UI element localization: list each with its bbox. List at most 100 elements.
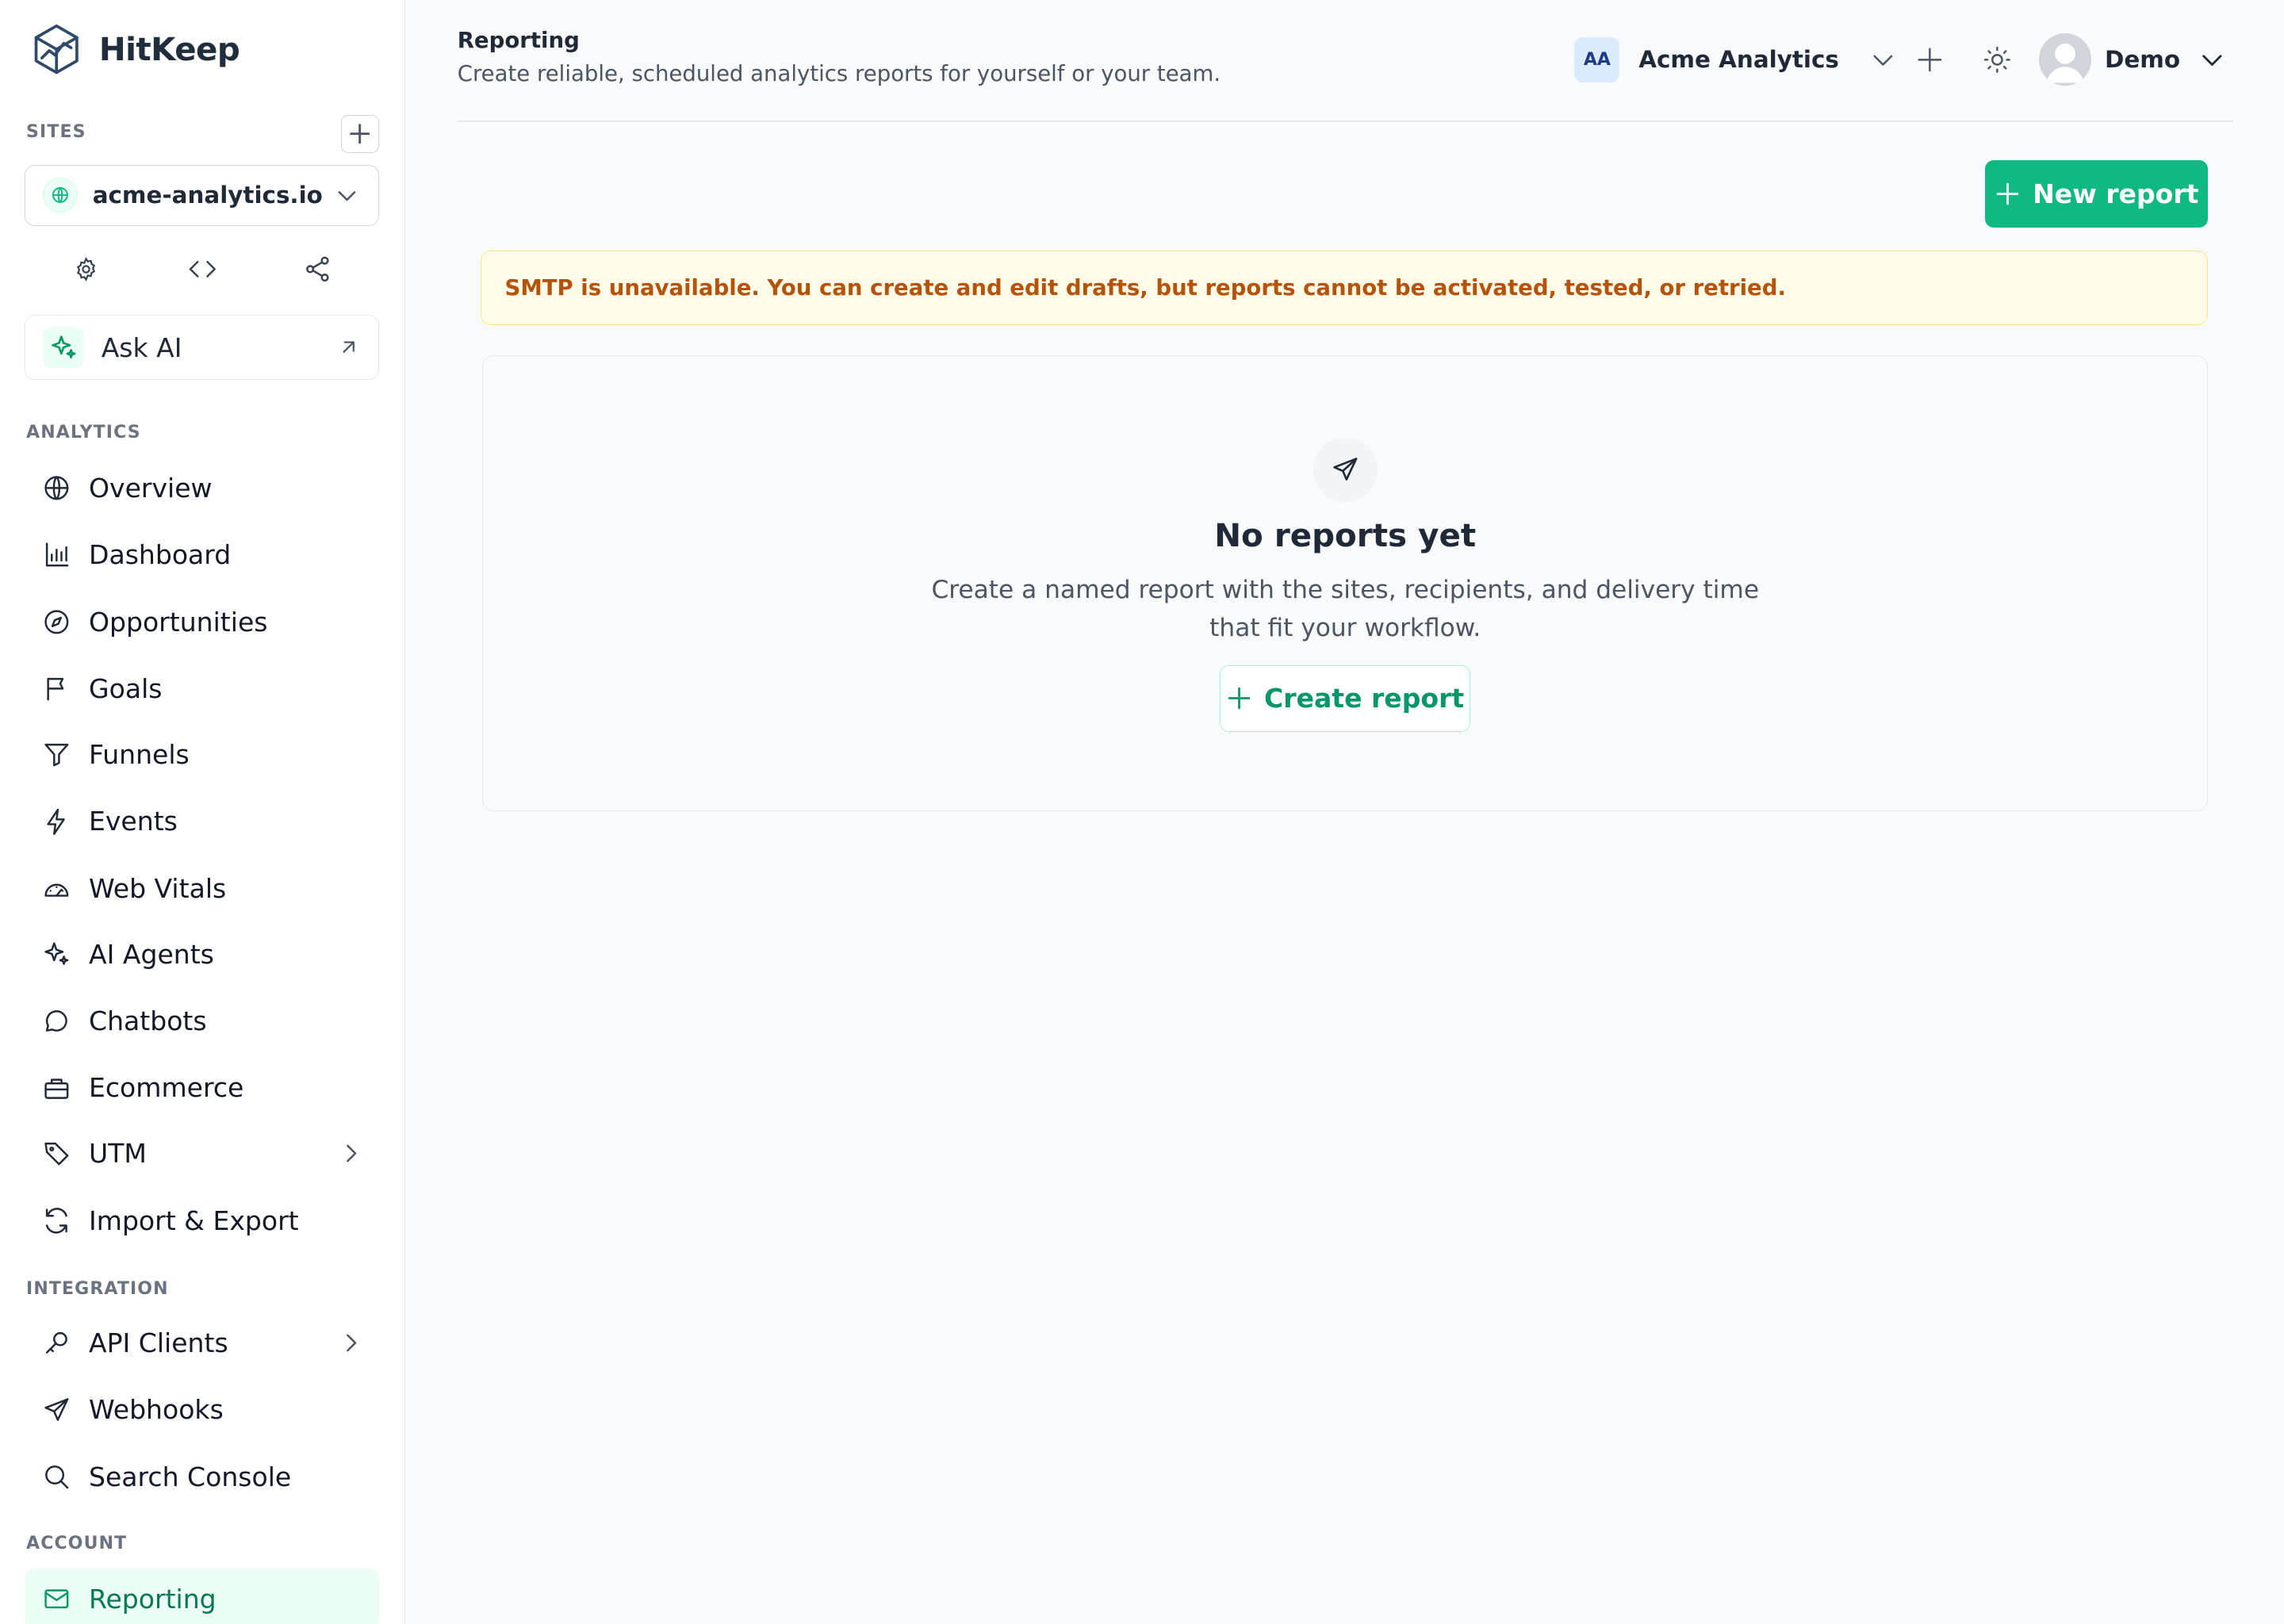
nav-label: Reporting [89, 1584, 217, 1615]
send-icon [44, 1397, 69, 1421]
bar-chart-icon [46, 542, 69, 567]
user-name: Demo [2105, 46, 2181, 74]
sidebar: HitKeep SITES acme-analytics.io Ask AI A… [0, 0, 405, 1624]
share-icon [306, 257, 329, 282]
integration-section-label: INTEGRATION [26, 1278, 169, 1299]
chevron-right-icon [347, 1144, 357, 1162]
nav-label: Goals [89, 673, 163, 705]
site-tools [0, 254, 405, 285]
add-site-button[interactable] [340, 115, 379, 153]
smtp-warning-banner: SMTP is unavailable. You can create and … [481, 250, 2209, 325]
ask-ai-button[interactable]: Ask AI [25, 314, 379, 381]
compass-icon [44, 610, 69, 634]
nav-label: UTM [89, 1138, 147, 1170]
create-report-button[interactable]: Create report [1220, 665, 1471, 732]
ask-ai-label: Ask AI [101, 331, 182, 363]
user-avatar-icon [2039, 33, 2092, 86]
site-select[interactable]: acme-analytics.io [25, 164, 379, 226]
empty-state-card: No reports yet Create a named report wit… [481, 355, 2209, 812]
empty-state-description: Create a named report with the sites, re… [931, 575, 1760, 642]
nav-label: Overview [89, 472, 213, 504]
nav-item-chatbots[interactable]: Chatbots [25, 992, 378, 1050]
site-name: acme-analytics.io [92, 182, 323, 209]
nav-label: API Clients [89, 1327, 228, 1358]
analytics-section-label: ANALYTICS [26, 422, 141, 442]
account-section-label: ACCOUNT [26, 1534, 128, 1554]
nav-item-web-vitals[interactable]: Web Vitals [25, 860, 378, 917]
page-title: Reporting [457, 27, 580, 53]
nav-item-funnels[interactable]: Funnels [25, 726, 378, 783]
code-icon [189, 261, 216, 278]
nav-item-goals[interactable]: Goals [25, 660, 378, 718]
brand[interactable]: HitKeep [32, 23, 240, 75]
nav-label: Ecommerce [89, 1072, 244, 1104]
nav-label: Import & Export [89, 1205, 299, 1236]
chat-icon [46, 1010, 68, 1032]
search-icon [45, 1465, 69, 1489]
nav-item-utm[interactable]: UTM [25, 1124, 378, 1182]
sparkle-icon [44, 942, 69, 965]
site-share-button[interactable] [301, 254, 333, 285]
new-report-button[interactable]: New report [1985, 160, 2209, 228]
chevron-down-icon [1873, 55, 1892, 66]
page-subtitle: Create reliable, scheduled analytics rep… [457, 61, 1221, 87]
org-name: Acme Analytics [1638, 46, 1839, 74]
nav-label: AI Agents [89, 938, 214, 970]
nav-item-overview[interactable]: Overview [25, 459, 378, 517]
chevron-right-icon [347, 1334, 357, 1352]
plus-icon [1228, 687, 1251, 710]
plus-icon [1997, 182, 2019, 205]
nav-item-webhooks[interactable]: Webhooks [25, 1381, 378, 1438]
nav-label: Opportunities [89, 606, 268, 638]
nav-item-search-console[interactable]: Search Console [25, 1448, 378, 1506]
ai-sparkle-icon [43, 327, 84, 368]
key-icon [46, 1331, 68, 1354]
smtp-warning-text: SMTP is unavailable. You can create and … [504, 274, 1786, 301]
sites-section-label: SITES [26, 122, 86, 143]
site-settings-button[interactable] [70, 254, 102, 285]
funnel-icon [44, 743, 69, 767]
nav-label: Funnels [89, 738, 190, 770]
plus-icon [350, 124, 370, 144]
nav-label: Webhooks [89, 1394, 224, 1426]
bag-icon [44, 1078, 69, 1099]
add-button[interactable] [1913, 42, 1948, 77]
create-report-label: Create report [1264, 683, 1465, 714]
nav-label: Dashboard [89, 539, 232, 571]
new-report-label: New report [2033, 178, 2199, 209]
refresh-icon [46, 1207, 68, 1234]
nav-item-reporting[interactable]: Reporting [25, 1568, 379, 1624]
org-avatar: AA [1574, 36, 1620, 82]
flag-icon [47, 678, 64, 701]
globe-icon [44, 476, 69, 500]
bolt-icon [47, 808, 66, 835]
plus-icon [1918, 48, 1942, 72]
nav-item-dashboard[interactable]: Dashboard [25, 526, 378, 584]
mail-icon [44, 1589, 69, 1609]
chevron-down-icon [2202, 55, 2222, 66]
tag-icon [44, 1143, 69, 1166]
hitkeep-logo-icon [32, 23, 81, 75]
site-embed-button[interactable] [186, 254, 218, 285]
nav-label: Web Vitals [89, 872, 227, 904]
nav-item-ai-agents[interactable]: AI Agents [25, 925, 378, 982]
nav-item-import-export[interactable]: Import & Export [25, 1191, 378, 1249]
user-menu[interactable]: Demo [2039, 33, 2226, 86]
gauge-icon [44, 883, 69, 897]
nav-item-api-clients[interactable]: API Clients [25, 1314, 378, 1372]
theme-toggle-button[interactable] [1979, 42, 2014, 77]
send-icon [1313, 437, 1378, 502]
nav-item-opportunities[interactable]: Opportunities [25, 593, 378, 651]
nav-label: Events [89, 806, 178, 837]
nav-item-ecommerce[interactable]: Ecommerce [25, 1059, 378, 1116]
sun-icon [1983, 46, 2010, 73]
organization-switcher[interactable]: AA Acme Analytics [1574, 36, 1897, 83]
header-divider [457, 121, 2233, 123]
nav-item-events[interactable]: Events [25, 792, 378, 850]
arrow-up-right-icon [343, 341, 355, 354]
nav-label: Search Console [89, 1461, 292, 1492]
nav-label: Chatbots [89, 1005, 207, 1036]
empty-state-title: No reports yet [1214, 516, 1477, 555]
site-globe-icon [43, 178, 79, 213]
chevron-down-icon [339, 190, 356, 201]
